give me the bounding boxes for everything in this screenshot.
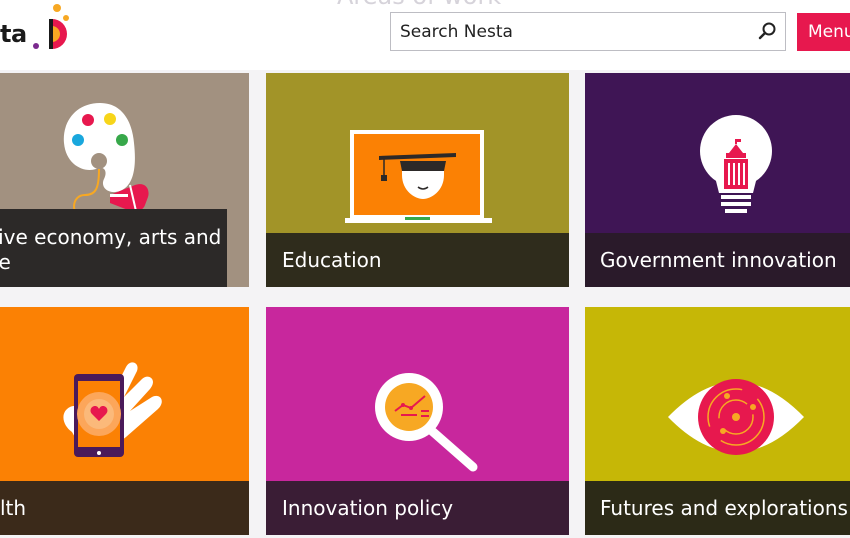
tile-label: Innovation policy [282,496,454,520]
search-icon [758,22,776,40]
menu-button[interactable]: Menu [797,13,850,51]
tile-health[interactable]: lth [0,307,249,535]
tile-futures-explorations[interactable]: Futures and explorations [585,307,850,535]
tile-government-innovation[interactable]: Government innovation [585,73,850,287]
tile-label: Education [282,248,382,272]
tile-innovation-policy[interactable]: Innovation policy [266,307,569,535]
site-header: ta Menu [0,0,850,70]
tile-label-bar: ative economy, arts andure [0,209,227,287]
tile-creative-economy[interactable]: ative economy, arts andure [0,73,249,287]
section-title: Areas of work [337,0,501,10]
search-box [390,12,786,51]
tile-label-bar: Futures and explorations [585,481,850,535]
logo-text[interactable]: ta [0,20,27,48]
search-input[interactable] [391,13,760,50]
tile-label: Government innovation [600,248,837,272]
tile-label-bar: lth [0,481,249,535]
tile-label-bar: Government innovation [585,233,850,287]
search-button[interactable] [751,16,783,48]
tile-label-bar: Education [266,233,569,287]
tile-label: lth [0,496,27,520]
tile-label: Futures and explorations [600,496,848,520]
tile-education[interactable]: Education [266,73,569,287]
tile-label: ative economy, arts andure [0,225,222,274]
nesta-logo-icon[interactable] [30,2,74,56]
tile-label-bar: Innovation policy [266,481,569,535]
